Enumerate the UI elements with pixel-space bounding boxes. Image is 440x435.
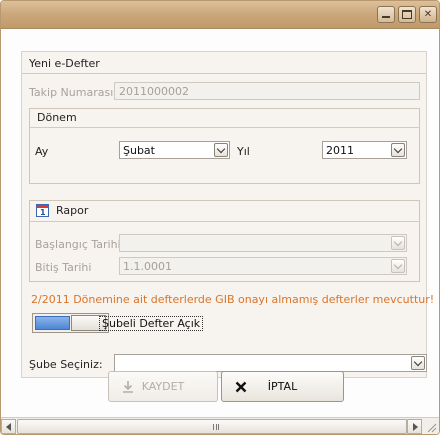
maximize-button[interactable] — [398, 6, 416, 23]
chevron-down-icon[interactable] — [214, 143, 228, 157]
yil-value: 2011 — [326, 144, 354, 157]
divider — [30, 221, 419, 222]
grip-icon — [213, 424, 219, 430]
donem-title: Dönem — [37, 111, 77, 124]
chevron-down-icon[interactable] — [391, 143, 405, 157]
takip-field[interactable]: 2011000002 — [114, 82, 420, 100]
divider — [30, 127, 419, 128]
sube-toggle-label[interactable]: Şubeli Defter Açık — [99, 316, 204, 331]
sube-toggle[interactable] — [32, 313, 109, 333]
toggle-on-fill — [35, 316, 70, 330]
arrow-right-icon — [413, 423, 418, 431]
baslangic-date-picker[interactable] — [119, 234, 407, 252]
new-ledger-panel: Yeni e-Defter Takip Numarası 2011000002 … — [21, 51, 434, 378]
scroll-left-button[interactable] — [1, 419, 16, 434]
resize-grip-icon[interactable] — [423, 419, 438, 434]
scrollbar-thumb[interactable] — [17, 419, 407, 434]
yil-select[interactable]: 2011 — [322, 141, 407, 159]
takip-label: Takip Numarası — [29, 86, 114, 99]
chevron-down-icon[interactable] — [391, 259, 405, 273]
save-button-label: KAYDET — [141, 380, 185, 393]
maximize-icon — [402, 10, 412, 19]
scroll-right-button[interactable] — [407, 419, 422, 434]
bitis-label: Bitiş Tarihi — [35, 261, 92, 274]
chevron-down-icon[interactable] — [391, 236, 405, 250]
panel-title: Yeni e-Defter — [29, 57, 100, 70]
close-icon: ✕ — [423, 9, 433, 20]
sube-select[interactable] — [114, 354, 427, 372]
ay-label: Ay — [35, 145, 49, 158]
warning-message: 2/2011 Dönemine ait defterlerde GIB onay… — [31, 293, 435, 306]
baslangic-label: Başlangıç Tarihi — [35, 238, 121, 251]
bitis-value: 1.1.0001 — [123, 260, 172, 273]
cancel-button[interactable]: İPTAL — [221, 371, 344, 402]
minimize-icon — [382, 16, 390, 18]
yil-label: Yıl — [237, 145, 250, 158]
ay-value: Şubat — [123, 144, 155, 157]
close-button[interactable]: ✕ — [419, 6, 437, 23]
app-window: ✕ Yeni e-Defter Takip Numarası 201100000… — [0, 0, 440, 435]
ay-select[interactable]: Şubat — [119, 141, 230, 159]
title-bar[interactable]: ✕ — [1, 1, 439, 29]
arrow-left-icon — [6, 423, 11, 431]
rapor-title: Rapor — [56, 204, 89, 217]
cancel-button-label: İPTAL — [267, 380, 298, 393]
minimize-button[interactable] — [377, 6, 395, 23]
rapor-group: 1 Rapor Başlangıç Tarihi Bitiş Tarihi 1.… — [29, 200, 420, 282]
horizontal-scrollbar[interactable] — [1, 417, 439, 434]
donem-group: Dönem Ay Şubat Yıl 2011 — [29, 108, 420, 184]
save-button[interactable]: KAYDET — [108, 371, 218, 402]
divider — [22, 73, 426, 74]
sube-label: Şube Seçiniz: — [29, 358, 103, 371]
calendar-icon: 1 — [36, 204, 49, 217]
client-area: Yeni e-Defter Takip Numarası 2011000002 … — [1, 29, 439, 434]
chevron-down-icon[interactable] — [411, 356, 425, 370]
bitis-date-picker[interactable]: 1.1.0001 — [119, 257, 407, 275]
